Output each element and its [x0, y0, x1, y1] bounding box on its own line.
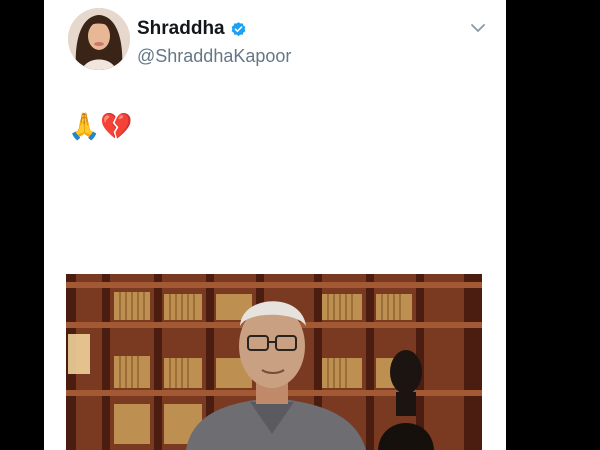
author-handle[interactable]: @ShraddhaKapoor: [137, 46, 291, 67]
avatar-image: [68, 8, 130, 70]
verified-badge-icon: [231, 21, 245, 36]
author-name-row: Shraddha: [137, 17, 247, 41]
author-display-name[interactable]: Shraddha: [137, 18, 225, 40]
tweet-text: 🙏💔: [68, 112, 133, 142]
chevron-down-icon[interactable]: [470, 22, 486, 34]
avatar[interactable]: [68, 8, 130, 70]
tweet-card: Shraddha @ShraddhaKapoor 🙏💔: [44, 0, 506, 450]
photo-image: [66, 274, 482, 450]
tweet-media-photo[interactable]: [66, 274, 482, 450]
